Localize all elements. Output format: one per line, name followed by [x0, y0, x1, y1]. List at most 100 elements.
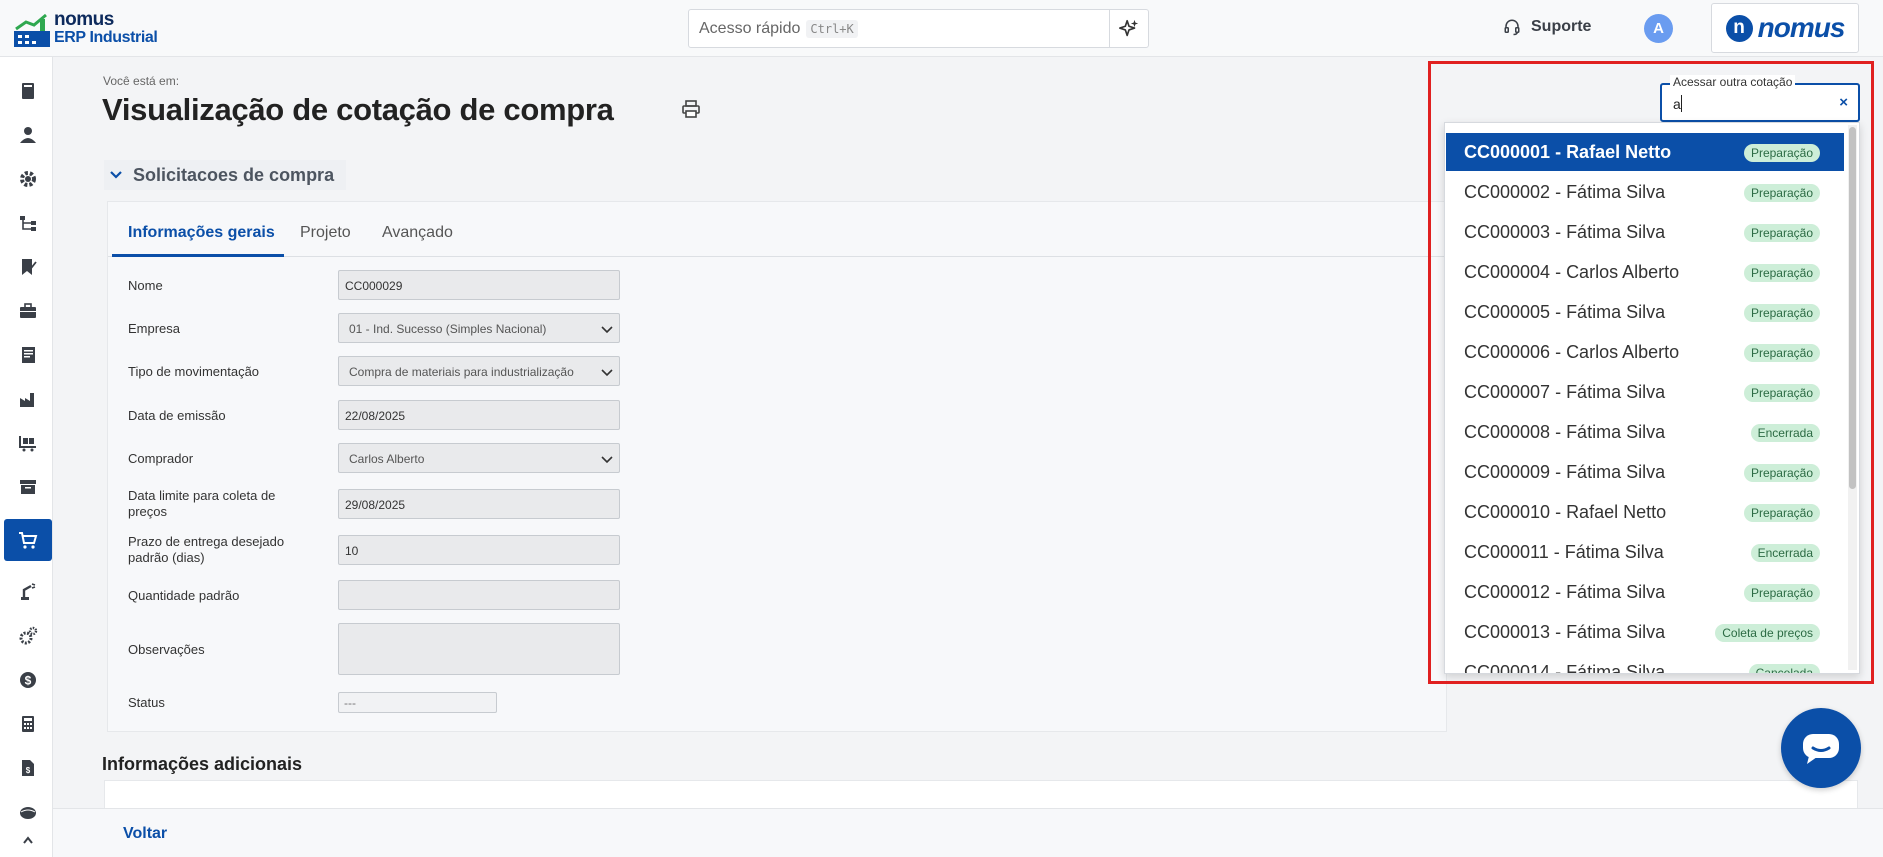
section-title: Solicitacoes de compra: [133, 164, 335, 185]
chat-button[interactable]: [1781, 708, 1861, 788]
field-label: Data de emissão: [128, 408, 226, 423]
archive-icon[interactable]: [4, 466, 52, 508]
dropdown-option[interactable]: CC000007 - Fátima Silva Preparação: [1446, 373, 1844, 411]
dropdown-option[interactable]: CC000002 - Fátima Silva Preparação: [1446, 173, 1844, 211]
status-badge: Preparação: [1743, 384, 1820, 402]
option-code: CC000005: [1464, 301, 1551, 322]
option-name: Fátima Silva: [1566, 661, 1666, 674]
dropdown-option[interactable]: CC000005 - Fátima Silva Preparação: [1446, 293, 1844, 331]
dollar-icon[interactable]: $: [4, 659, 52, 701]
status-badge: Preparação: [1743, 584, 1820, 602]
close-icon[interactable]: ×: [1839, 94, 1848, 111]
factory-icon[interactable]: [4, 378, 52, 420]
tab-avancado[interactable]: Avançado: [382, 224, 453, 242]
access-other-quotation-input[interactable]: Acessar outra cotação a ×: [1660, 75, 1860, 122]
data-limite-input[interactable]: 29/08/2025: [338, 489, 620, 519]
option-code: CC000012: [1464, 581, 1551, 602]
dropdown-option[interactable]: CC000006 - Carlos Alberto Preparação: [1446, 333, 1844, 371]
calculator-icon[interactable]: [4, 703, 52, 745]
observacoes-textarea[interactable]: [338, 623, 620, 675]
option-code: CC000008: [1464, 421, 1551, 442]
status-badge: Encerrada: [1750, 544, 1820, 562]
field-label: Empresa: [128, 321, 181, 336]
additional-info-card: [104, 780, 1858, 810]
globe-icon[interactable]: [4, 791, 52, 833]
nomus-n-icon: n: [1725, 14, 1753, 42]
hierarchy-icon[interactable]: [4, 202, 52, 244]
document-icon[interactable]: [4, 334, 52, 376]
section-toggle[interactable]: Solicitacoes de compra: [104, 160, 347, 190]
status-badge: Coleta de preços: [1715, 624, 1820, 642]
app-logo[interactable]: nomus ERP Industrial: [14, 9, 164, 47]
chevron-up-icon[interactable]: [4, 829, 52, 849]
back-button[interactable]: Voltar: [123, 825, 167, 843]
tipo-movimentacao-select[interactable]: Compra de materiais para industrializaçã…: [338, 356, 620, 386]
tab-informacoes-gerais[interactable]: Informações gerais: [128, 224, 275, 242]
option-name: Carlos Alberto: [1566, 341, 1680, 362]
gears-icon[interactable]: [4, 615, 52, 657]
status-badge: Preparação: [1743, 184, 1820, 202]
briefcase-icon[interactable]: [4, 290, 52, 332]
quick-access-shortcut: Ctrl+K: [806, 19, 858, 38]
status-badge: Encerrada: [1750, 424, 1820, 442]
bookmark-check-icon[interactable]: [4, 246, 52, 288]
cart-icon[interactable]: [4, 519, 52, 561]
empresa-select[interactable]: 01 - Ind. Sucesso (Simples Nacional): [338, 313, 620, 343]
dropdown-option[interactable]: CC000004 - Carlos Alberto Preparação: [1446, 253, 1844, 291]
status-input: ---: [338, 692, 497, 713]
comprador-select[interactable]: Carlos Alberto: [338, 443, 620, 473]
option-name: Rafael Netto: [1566, 141, 1672, 162]
book-icon[interactable]: [4, 70, 52, 112]
access-other-quotation-value: a: [1673, 96, 1681, 112]
sparkle-icon[interactable]: [1118, 18, 1140, 40]
user-avatar[interactable]: A: [1644, 14, 1673, 43]
status-badge: Cancelada: [1748, 664, 1820, 673]
option-name: Fátima Silva: [1566, 581, 1666, 602]
dropdown-scrollbar[interactable]: [1848, 125, 1857, 670]
option-code: CC000010: [1464, 501, 1551, 522]
quantidade-padrao-input[interactable]: [338, 580, 620, 610]
field-label: Status: [128, 695, 165, 710]
invoice-icon[interactable]: $: [4, 747, 52, 789]
company-logo-text: nomus: [1757, 12, 1846, 43]
robot-arm-icon[interactable]: [4, 571, 52, 613]
printer-icon[interactable]: [681, 99, 701, 119]
dropdown-option[interactable]: CC000010 - Rafael Netto Preparação: [1446, 493, 1844, 531]
field-label: Data limite para coleta de preços: [128, 488, 276, 519]
nome-input[interactable]: CC000029: [338, 270, 620, 300]
dropdown-option[interactable]: CC000013 - Fátima Silva Coleta de preços: [1446, 613, 1844, 651]
status-badge: Preparação: [1743, 224, 1820, 242]
user-icon[interactable]: [4, 114, 52, 156]
dropdown-option[interactable]: CC000014 - Fátima Silva Cancelada: [1446, 653, 1844, 674]
conveyor-icon[interactable]: [4, 422, 52, 464]
prazo-entrega-input[interactable]: 10: [338, 535, 620, 565]
logo-chart-icon: [14, 13, 50, 47]
option-code: CC000013: [1464, 621, 1551, 642]
field-label: Observações: [128, 642, 205, 657]
dropdown-option[interactable]: CC000009 - Fátima Silva Preparação: [1446, 453, 1844, 491]
data-emissao-input[interactable]: 22/08/2025: [338, 400, 620, 430]
status-badge: Preparação: [1743, 464, 1820, 482]
field-label: Prazo de entrega desejado padrão (dias): [128, 534, 285, 565]
top-bar: nomus ERP Industrial Acesso rápido Ctrl+…: [0, 0, 1883, 57]
option-code: CC000006: [1464, 341, 1551, 362]
option-name: Fátima Silva: [1566, 621, 1666, 642]
logo-brand: nomus: [54, 9, 114, 30]
field-label: Nome: [128, 278, 163, 293]
tab-projeto[interactable]: Projeto: [300, 224, 351, 242]
dropdown-option[interactable]: CC000003 - Fátima Silva Preparação: [1446, 213, 1844, 251]
dropdown-option[interactable]: CC000011 - Fátima Silva Encerrada: [1446, 533, 1844, 571]
quick-access-input[interactable]: Acesso rápido Ctrl+K: [688, 9, 1149, 48]
quick-access-divider: [1109, 10, 1110, 47]
gear-icon[interactable]: [4, 158, 52, 200]
dropdown-option[interactable]: CC000001 - Rafael Netto Preparação: [1446, 133, 1844, 171]
company-logo: n nomus: [1711, 3, 1859, 53]
dropdown-option[interactable]: CC000012 - Fátima Silva Preparação: [1446, 573, 1844, 611]
bottom-bar: Voltar: [53, 808, 1883, 857]
support-button[interactable]: Suporte: [1503, 18, 1591, 36]
option-name: Fátima Silva: [1566, 221, 1666, 242]
dropdown-option[interactable]: CC000008 - Fátima Silva Encerrada: [1446, 413, 1844, 451]
form-card: Informações gerais Projeto Avançado Nome…: [107, 201, 1448, 732]
tab-active-indicator: [112, 254, 284, 257]
scrollbar-thumb[interactable]: [1849, 127, 1856, 489]
